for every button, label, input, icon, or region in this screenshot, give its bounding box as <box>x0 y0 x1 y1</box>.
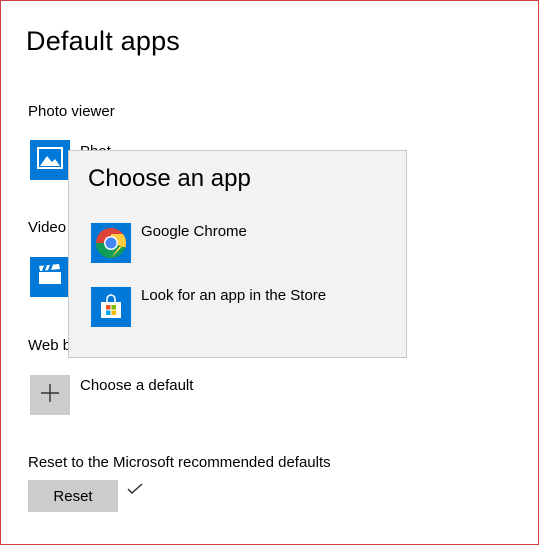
store-icon <box>91 287 131 327</box>
photo-viewer-label: Photo viewer <box>28 103 115 120</box>
flyout-title: Choose an app <box>88 165 251 192</box>
page-title: Default apps <box>26 26 180 56</box>
web-browser-label: Web b <box>28 337 72 354</box>
flyout-item-store[interactable]: Look for an app in the Store <box>69 279 406 335</box>
chrome-icon <box>91 223 131 263</box>
choose-app-flyout: Choose an app Google Chrome Look for an … <box>68 150 407 358</box>
plus-icon <box>40 383 60 408</box>
reset-label: Reset to the Microsoft recommended defau… <box>28 454 331 471</box>
photo-icon <box>37 146 63 174</box>
checkmark-icon <box>126 482 144 501</box>
choose-default-label: Choose a default <box>80 377 194 394</box>
flyout-item-label: Google Chrome <box>141 223 247 240</box>
flyout-item-label: Look for an app in the Store <box>141 287 327 304</box>
choose-default-browser-button[interactable] <box>30 375 70 415</box>
video-player-app-button[interactable] <box>30 257 70 297</box>
flyout-item-google-chrome[interactable]: Google Chrome <box>69 215 406 271</box>
photo-viewer-app-button[interactable] <box>30 140 70 180</box>
film-clapper-icon <box>37 263 63 291</box>
reset-button[interactable]: Reset <box>28 480 118 512</box>
video-player-label: Video <box>28 219 67 236</box>
